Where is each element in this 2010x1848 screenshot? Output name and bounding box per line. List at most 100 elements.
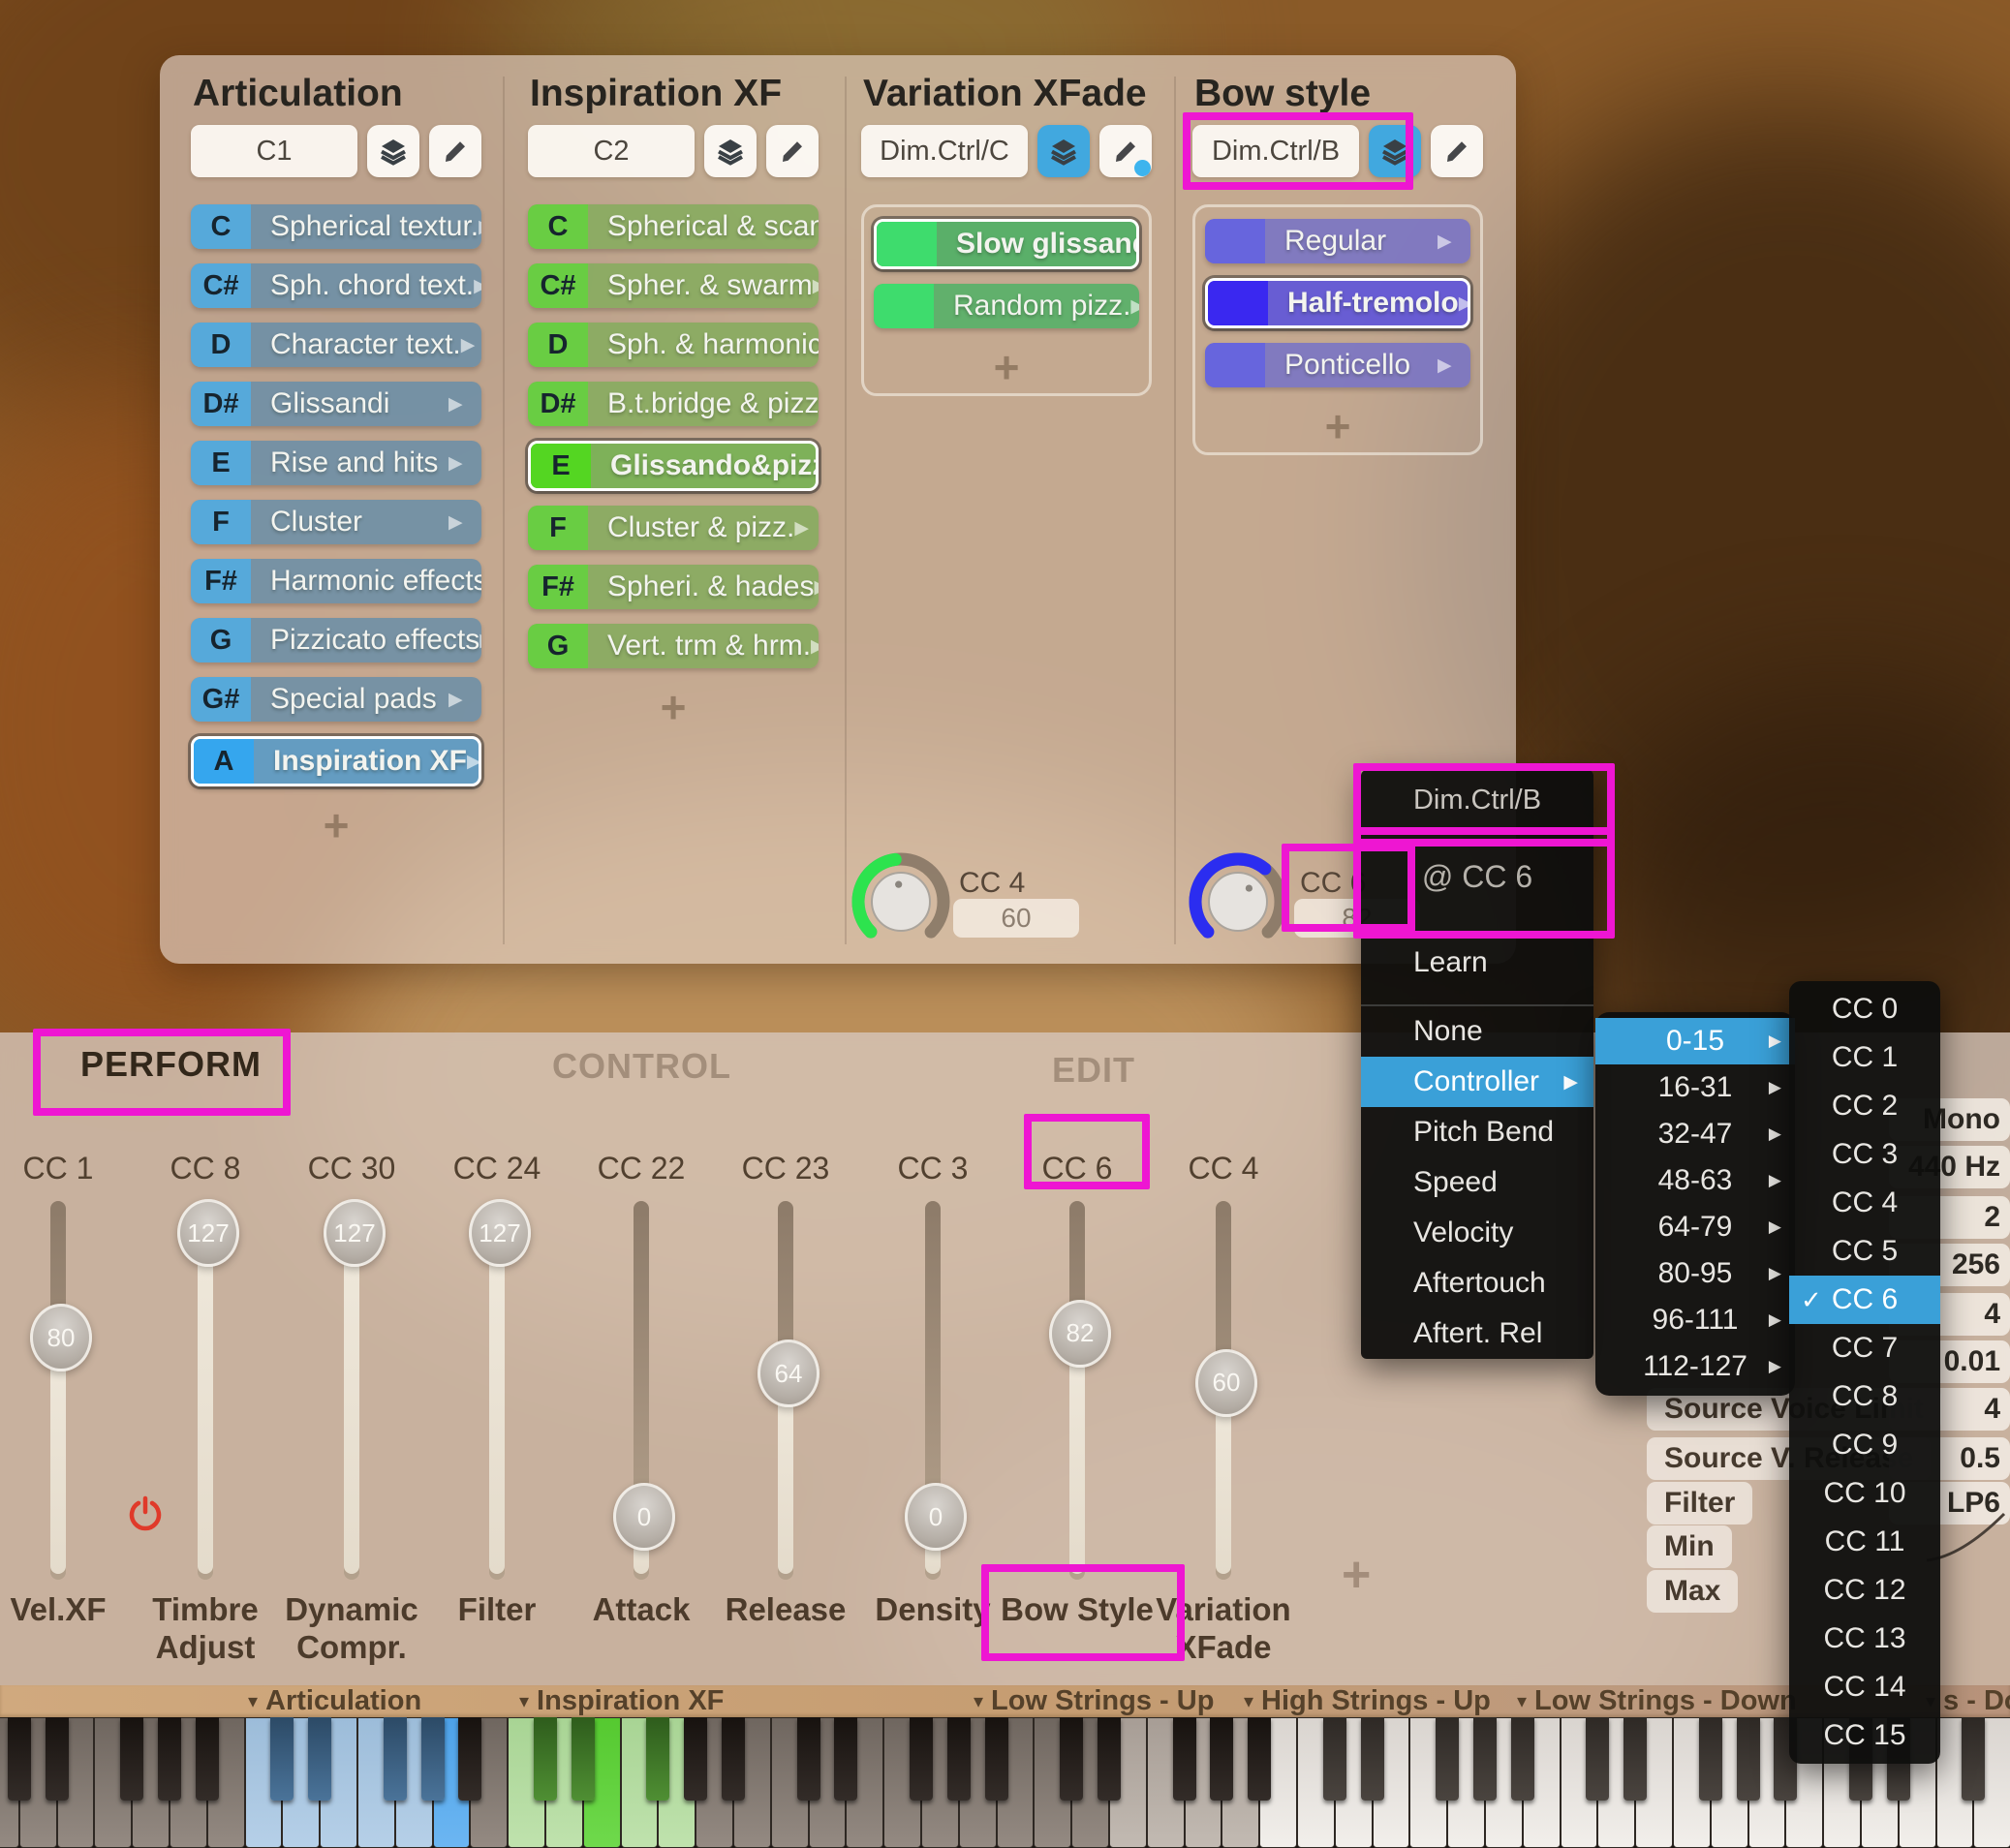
keyswitch-item[interactable]: GPizzicato effects▶ [191,618,481,662]
cc-item-cc-15[interactable]: CC 15 [1789,1711,1940,1760]
keyswitch-item[interactable]: C#Spher. & swarm▶ [528,263,819,308]
cc-item-cc-13[interactable]: CC 13 [1789,1615,1940,1663]
zone-label-low-strings-down[interactable]: ▾Low Strings - Down [1517,1685,1797,1717]
menu-item-pitch-bend[interactable]: Pitch Bend [1361,1107,1593,1157]
cc-item-cc-2[interactable]: CC 2 [1789,1082,1940,1130]
menu-item-aftert-rel[interactable]: Aftert. Rel [1361,1309,1593,1359]
trigger-key-field[interactable]: Dim.Ctrl/C [861,125,1028,177]
add-keyswitch-button[interactable]: + [528,683,819,731]
black-key[interactable] [1173,1717,1196,1801]
zone-label-low-strings-up[interactable]: ▾Low Strings - Up [974,1685,1214,1717]
slider-thumb[interactable]: 60 [1195,1349,1257,1417]
piano-keyboard[interactable] [0,1717,2010,1848]
cc-item-cc-4[interactable]: CC 4 [1789,1179,1940,1227]
black-key[interactable] [834,1717,857,1801]
black-key[interactable] [797,1717,820,1801]
keyswitch-item[interactable]: D#B.t.bridge & pizz.▶ [528,382,819,426]
black-key[interactable] [1248,1717,1271,1801]
edit-pencil-button[interactable] [429,125,481,177]
black-key[interactable] [458,1717,481,1801]
black-key[interactable] [947,1717,971,1801]
cc-item-cc-7[interactable]: CC 7 [1789,1324,1940,1372]
keyswitch-item[interactable]: F#Spheri. & hades▶ [528,565,819,609]
range-item-16-31[interactable]: 16-31▶ [1595,1064,1795,1111]
cc-item-cc-1[interactable]: CC 1 [1789,1033,1940,1082]
slider-thumb[interactable]: 82 [1049,1300,1111,1368]
slider-thumb[interactable]: 80 [30,1304,92,1371]
zone-label-high-strings-up[interactable]: ▾High Strings - Up [1244,1685,1491,1717]
add-slider-button[interactable]: + [1342,1546,1371,1604]
add-keyswitch-button[interactable]: + [191,801,481,849]
black-key[interactable] [196,1717,219,1801]
black-key[interactable] [985,1717,1008,1801]
menu-item-speed[interactable]: Speed [1361,1157,1593,1208]
black-key[interactable] [1210,1717,1233,1801]
trigger-key-field[interactable]: C1 [191,125,357,177]
cc-item-cc-14[interactable]: CC 14 [1789,1663,1940,1711]
knob-cc6[interactable] [1185,848,1291,955]
cc-item-cc-6[interactable]: ✓CC 6 [1789,1276,1940,1324]
knob-cc4[interactable] [848,848,954,955]
keyswitch-item[interactable]: EGlissando&pizz.▶ [528,441,819,491]
keyswitch-item[interactable]: C#Sph. chord text.▶ [191,263,481,308]
range-item-112-127[interactable]: 112-127▶ [1595,1343,1795,1390]
menu-item-velocity[interactable]: Velocity [1361,1208,1593,1258]
cc-item-cc-10[interactable]: CC 10 [1789,1469,1940,1518]
menu-item-none[interactable]: None [1361,1006,1593,1057]
black-key[interactable] [1361,1717,1384,1801]
keyswitch-item[interactable]: Half-tremolo▶ [1205,278,1470,328]
black-key[interactable] [1098,1717,1121,1801]
black-key[interactable] [722,1717,745,1801]
zone-label-inspiration-xf[interactable]: ▾Inspiration XF [519,1685,724,1717]
black-key[interactable] [534,1717,557,1801]
black-key[interactable] [1699,1717,1722,1801]
black-key[interactable] [1586,1717,1609,1801]
keyswitch-item[interactable]: G#Special pads▶ [191,677,481,722]
menu-item-controller[interactable]: Controller▶ [1361,1057,1593,1107]
add-keyswitch-button[interactable]: + [874,343,1139,391]
black-key[interactable] [646,1717,669,1801]
black-key[interactable] [1962,1717,1985,1801]
black-key[interactable] [572,1717,595,1801]
black-key[interactable] [1323,1717,1346,1801]
black-key[interactable] [1473,1717,1497,1801]
slider-thumb[interactable]: 0 [613,1483,675,1551]
keyswitch-item[interactable]: Regular▶ [1205,219,1470,263]
black-key[interactable] [120,1717,143,1801]
keyswitch-item[interactable]: FCluster & pizz.▶ [528,506,819,550]
keyswitch-item[interactable]: DCharacter text.▶ [191,323,481,367]
black-key[interactable] [1623,1717,1647,1801]
cc-item-cc-5[interactable]: CC 5 [1789,1227,1940,1276]
layers-button[interactable] [367,125,419,177]
black-key[interactable] [158,1717,181,1801]
keyswitch-item[interactable]: Random pizz.▶ [874,284,1139,328]
edit-pencil-button[interactable] [1431,125,1483,177]
range-item-64-79[interactable]: 64-79▶ [1595,1204,1795,1250]
black-key[interactable] [1436,1717,1459,1801]
keyswitch-item[interactable]: Ponticello▶ [1205,343,1470,387]
keyswitch-item[interactable]: CSpherical & scan▶ [528,204,819,249]
keyswitch-item[interactable]: FCluster▶ [191,500,481,544]
slider-thumb[interactable]: 127 [324,1199,386,1267]
range-item-0-15[interactable]: 0-15▶ [1595,1018,1795,1064]
cc-item-cc-11[interactable]: CC 11 [1789,1518,1940,1566]
keyswitch-item[interactable]: F#Harmonic effects▶ [191,559,481,603]
keyswitch-item[interactable]: ERise and hits▶ [191,441,481,485]
range-item-80-95[interactable]: 80-95▶ [1595,1250,1795,1297]
layers-button[interactable] [1037,125,1090,177]
black-key[interactable] [308,1717,331,1801]
black-key[interactable] [46,1717,69,1801]
slider-thumb[interactable]: 127 [469,1199,531,1267]
black-key[interactable] [8,1717,31,1801]
add-keyswitch-button[interactable]: + [1205,402,1470,450]
slider-thumb[interactable]: 0 [905,1483,967,1551]
cc-item-cc-9[interactable]: CC 9 [1789,1421,1940,1469]
edit-pencil-button[interactable] [1099,125,1152,177]
layers-button[interactable] [704,125,757,177]
keyswitch-item[interactable]: AInspiration XF▶ [191,736,481,786]
edit-pencil-button[interactable] [766,125,819,177]
menu-item-aftertouch[interactable]: Aftertouch [1361,1258,1593,1309]
black-key[interactable] [270,1717,294,1801]
range-item-32-47[interactable]: 32-47▶ [1595,1111,1795,1157]
cc-item-cc-8[interactable]: CC 8 [1789,1372,1940,1421]
